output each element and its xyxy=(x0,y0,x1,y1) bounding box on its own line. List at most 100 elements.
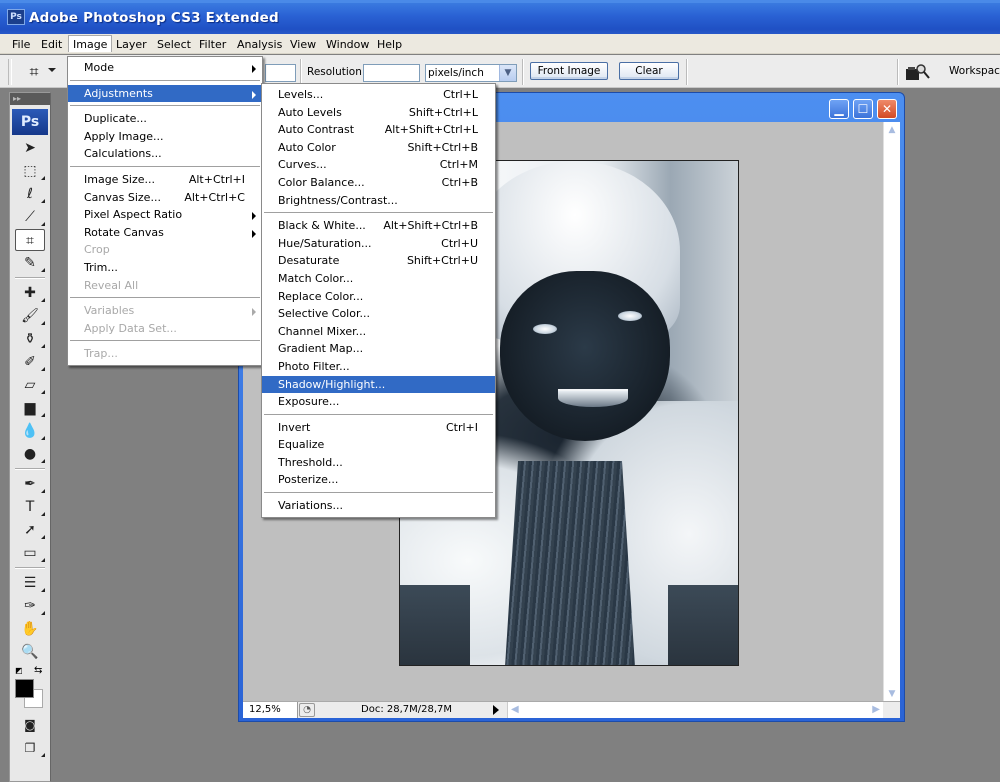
hand-tool-icon[interactable]: ✋ xyxy=(15,618,45,640)
menu-item-trim[interactable]: Trim... xyxy=(68,259,262,277)
clone-stamp-tool-icon[interactable]: ⚱ xyxy=(15,328,45,350)
menu-item-gradient-map[interactable]: Gradient Map... xyxy=(262,340,495,358)
menu-item-desaturate[interactable]: Desaturate Shift+Ctrl+U xyxy=(262,252,495,270)
toolbox-collapse-button[interactable]: ▸▸ xyxy=(10,93,50,105)
menu-item-mode[interactable]: Mode xyxy=(68,59,262,77)
menu-item-invert[interactable]: Invert Ctrl+I xyxy=(262,419,495,437)
scroll-down-icon[interactable]: ▼ xyxy=(884,686,900,702)
marquee-tool-icon[interactable]: ⬚ xyxy=(15,160,45,182)
status-menu-arrow-icon[interactable] xyxy=(493,705,499,715)
bridge-icon[interactable] xyxy=(905,63,931,81)
menu-item-photo-filter[interactable]: Photo Filter... xyxy=(262,358,495,376)
menu-item-exposure[interactable]: Exposure... xyxy=(262,393,495,411)
move-tool-icon[interactable]: ➤ xyxy=(15,137,45,159)
menu-image[interactable]: Image xyxy=(68,35,113,52)
chevron-down-icon[interactable]: ▼ xyxy=(499,65,516,81)
menu-item-brightness-contrast[interactable]: Brightness/Contrast... xyxy=(262,192,495,210)
brush-tool-icon[interactable]: 🖌 xyxy=(15,305,45,327)
dodge-tool-icon[interactable]: ● xyxy=(15,443,45,465)
menu-item-label: Photo Filter... xyxy=(278,359,350,373)
menu-item-posterize[interactable]: Posterize... xyxy=(262,471,495,489)
maximize-button[interactable]: ☐ xyxy=(853,99,873,119)
minimize-button[interactable]: ▁ xyxy=(829,99,849,119)
blur-tool-icon[interactable]: 💧 xyxy=(15,420,45,442)
menu-item-pixel-aspect-ratio[interactable]: Pixel Aspect Ratio xyxy=(68,206,262,224)
menu-item-variations[interactable]: Variations... xyxy=(262,497,495,515)
status-options-icon[interactable]: ◔ xyxy=(299,703,315,717)
tool-flyout-indicator-icon xyxy=(41,413,45,417)
app-title: Adobe Photoshop CS3 Extended xyxy=(29,10,279,26)
menu-item-auto-contrast[interactable]: Auto Contrast Alt+Shift+Ctrl+L xyxy=(262,121,495,139)
scroll-up-icon[interactable]: ▲ xyxy=(884,122,900,138)
menu-item-shadow-highlight[interactable]: Shadow/Highlight... xyxy=(262,375,495,394)
menu-item-rotate-canvas[interactable]: Rotate Canvas xyxy=(68,224,262,242)
menu-window[interactable]: Window xyxy=(322,36,373,53)
shape-tool-icon[interactable]: ▭ xyxy=(15,542,45,564)
resolution-units-select[interactable]: pixels/inch ▼ xyxy=(425,64,517,82)
clear-button[interactable]: Clear xyxy=(619,62,679,80)
zoom-level-field[interactable]: 12,5% xyxy=(243,702,298,718)
menu-item-selective-color[interactable]: Selective Color... xyxy=(262,305,495,323)
resolution-field[interactable] xyxy=(363,64,420,82)
crop-tool-icon[interactable]: ⌗ xyxy=(15,229,45,251)
menu-item-duplicate[interactable]: Duplicate... xyxy=(68,110,262,128)
quick-mask-icon[interactable]: ◙ xyxy=(15,714,45,736)
path-selection-tool-icon[interactable]: ➚ xyxy=(15,519,45,541)
menu-item-curves[interactable]: Curves... Ctrl+M xyxy=(262,156,495,174)
menu-item-auto-color[interactable]: Auto Color Shift+Ctrl+B xyxy=(262,139,495,157)
lasso-tool-icon[interactable]: ℓ xyxy=(15,183,45,205)
menu-view[interactable]: View xyxy=(286,36,320,53)
menu-item-levels[interactable]: Levels... Ctrl+L xyxy=(262,86,495,104)
menu-item-shortcut: Ctrl+I xyxy=(445,420,478,434)
gradient-tool-icon[interactable]: ▆ xyxy=(15,397,45,419)
height-field[interactable] xyxy=(265,64,296,82)
close-button[interactable]: ✕ xyxy=(877,99,897,119)
menu-item-image-size[interactable]: Image Size... Alt+Ctrl+I xyxy=(68,171,262,189)
zoom-tool-icon[interactable]: 🔍 xyxy=(15,641,45,663)
menu-layer[interactable]: Layer xyxy=(112,36,151,53)
menu-item-threshold[interactable]: Threshold... xyxy=(262,454,495,472)
workspace-menu[interactable]: Workspace xyxy=(949,65,1000,77)
menu-item-channel-mixer[interactable]: Channel Mixer... xyxy=(262,323,495,341)
foreground-color-swatch[interactable] xyxy=(15,679,34,698)
resolution-units-value: pixels/inch xyxy=(428,67,484,79)
eyedropper-tool-icon[interactable]: ✑ xyxy=(15,595,45,617)
menu-file[interactable]: File xyxy=(8,36,34,53)
menu-item-replace-color[interactable]: Replace Color... xyxy=(262,288,495,306)
ps-logo[interactable]: Ps xyxy=(12,109,48,135)
swap-colors-icon[interactable]: ⇆ xyxy=(34,665,42,676)
menu-item-color-balance[interactable]: Color Balance... Ctrl+B xyxy=(262,174,495,192)
scroll-left-icon[interactable]: ◀ xyxy=(511,702,519,718)
menu-filter[interactable]: Filter xyxy=(195,36,230,53)
horizontal-scrollbar[interactable]: ◀ ▶ xyxy=(507,702,883,718)
menu-item-equalize[interactable]: Equalize xyxy=(262,436,495,454)
options-bar-grip[interactable] xyxy=(8,59,12,85)
quick-selection-tool-icon[interactable]: ⟋ xyxy=(15,206,45,228)
menu-analysis[interactable]: Analysis xyxy=(233,36,286,53)
scroll-right-icon[interactable]: ▶ xyxy=(872,702,880,718)
notes-tool-icon[interactable]: ☰ xyxy=(15,572,45,594)
menu-edit[interactable]: Edit xyxy=(37,36,66,53)
slice-tool-icon[interactable]: ✎ xyxy=(15,252,45,274)
front-image-button[interactable]: Front Image xyxy=(530,62,608,80)
menu-item-apply-image[interactable]: Apply Image... xyxy=(68,128,262,146)
history-brush-tool-icon[interactable]: ✐ xyxy=(15,351,45,373)
screen-mode-icon[interactable]: ❐ xyxy=(15,737,45,759)
pen-tool-icon[interactable]: ✒ xyxy=(15,473,45,495)
menu-help[interactable]: Help xyxy=(373,36,406,53)
menu-item-hue-saturation[interactable]: Hue/Saturation... Ctrl+U xyxy=(262,235,495,253)
eraser-tool-icon[interactable]: ▱ xyxy=(15,374,45,396)
menu-item-auto-levels[interactable]: Auto Levels Shift+Ctrl+L xyxy=(262,104,495,122)
type-tool-icon[interactable]: T xyxy=(15,496,45,518)
default-colors-icon[interactable]: ◩ xyxy=(15,666,25,676)
tool-preset-dropdown-icon[interactable] xyxy=(48,68,56,72)
menu-select[interactable]: Select xyxy=(153,36,195,53)
menu-item-canvas-size[interactable]: Canvas Size... Alt+Ctrl+C xyxy=(68,189,262,207)
menu-item-black-white[interactable]: Black & White... Alt+Shift+Ctrl+B xyxy=(262,217,495,235)
crop-icon[interactable]: ⌗ xyxy=(22,62,46,82)
healing-brush-tool-icon[interactable]: ✚ xyxy=(15,282,45,304)
menu-item-match-color[interactable]: Match Color... xyxy=(262,270,495,288)
menu-item-calculations[interactable]: Calculations... xyxy=(68,145,262,163)
vertical-scrollbar[interactable]: ▲ ▼ xyxy=(883,122,900,702)
menu-item-adjustments[interactable]: Adjustments xyxy=(68,84,262,103)
